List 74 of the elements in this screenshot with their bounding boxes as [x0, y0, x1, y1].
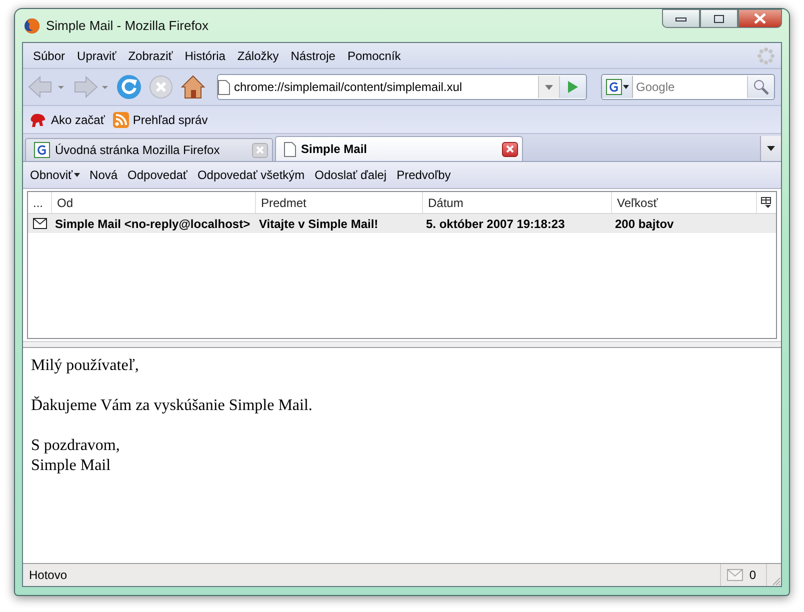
- menu-item[interactable]: Súbor: [27, 46, 72, 64]
- table-cell-text: Vitajte v Simple Mail!: [258, 216, 380, 232]
- page-icon: [218, 80, 230, 94]
- google-icon: [34, 142, 50, 158]
- pane-splitter[interactable]: [23, 341, 781, 348]
- close-icon: [753, 13, 767, 24]
- menu-item[interactable]: História: [178, 46, 232, 64]
- maximize-icon: [713, 14, 725, 24]
- address-bar[interactable]: chrome://simplemail/content/simplemail.xul: [217, 74, 587, 100]
- minimize-button[interactable]: [662, 9, 700, 28]
- toolbar-button[interactable]: Predvoľby: [392, 166, 456, 184]
- browser-tab[interactable]: Simple Mail: [275, 136, 523, 161]
- play-icon: [567, 80, 579, 94]
- go-button[interactable]: [559, 76, 586, 98]
- bookmark-link[interactable]: Prehľad správ: [132, 112, 208, 126]
- window-title: Simple Mail - Mozilla Firefox: [46, 18, 210, 33]
- menu-item[interactable]: Záložky: [231, 46, 285, 64]
- firefox-icon: [24, 18, 40, 34]
- rss-icon: [112, 112, 129, 128]
- maximize-button[interactable]: [700, 9, 738, 28]
- address-field[interactable]: chrome://simplemail/content/simplemail.xul: [230, 80, 538, 94]
- caret-icon: [622, 85, 628, 89]
- bookmark-link[interactable]: Ako začať: [51, 112, 105, 126]
- caret-icon: [767, 146, 775, 151]
- menu-item[interactable]: Pomocník: [341, 46, 407, 64]
- message-text: Milý používateľ,: [31, 356, 140, 376]
- tab-label: Simple Mail: [301, 142, 368, 156]
- table-cell-text: 200 bajtov: [614, 216, 675, 232]
- message-text: Simple Mail: [31, 456, 112, 476]
- minimize-icon: [675, 16, 687, 22]
- resize-grip-icon[interactable]: [771, 576, 781, 586]
- engine-button[interactable]: [602, 76, 633, 98]
- dropdown-button[interactable]: [538, 76, 559, 98]
- column-header[interactable]: Veľkosť: [612, 192, 757, 213]
- mail-count: 0: [749, 568, 756, 582]
- column-header[interactable]: Predmet: [256, 192, 423, 213]
- search-bar[interactable]: Google: [601, 74, 775, 100]
- list-tabs-button[interactable]: [760, 136, 781, 161]
- message-text: S pozdravom,: [31, 436, 121, 456]
- close-button[interactable]: [738, 9, 782, 28]
- toolbar-button[interactable]: Odpovedať všetkým: [192, 166, 310, 184]
- toolbar-button[interactable]: Nová: [84, 166, 123, 184]
- close-tab-button[interactable]: [502, 142, 518, 156]
- browser-tab[interactable]: Úvodná stránka Mozilla Firefox: [25, 138, 273, 161]
- throbber-icon: [757, 46, 775, 64]
- column-picker-icon[interactable]: [761, 197, 772, 208]
- table-cell-text: Simple Mail <no-reply@localhost>: [54, 216, 252, 232]
- menu-item[interactable]: Upraviť: [71, 46, 122, 64]
- dinosaur-icon: [29, 112, 47, 128]
- toolbar-menu-button[interactable]: Obnoviť: [25, 166, 85, 184]
- home-button[interactable]: [179, 73, 207, 101]
- table-cell-text: 5. október 2007 19:18:23: [425, 216, 566, 232]
- column-header[interactable]: ...: [28, 192, 52, 213]
- tab-label: Úvodná stránka Mozilla Firefox: [55, 143, 221, 157]
- caret-icon: [74, 173, 80, 177]
- close-icon: [256, 146, 264, 154]
- search-button[interactable]: [747, 76, 774, 98]
- google-icon: [606, 79, 622, 95]
- page-icon: [284, 142, 296, 156]
- message-text: Ďakujeme Vám za vyskúšanie Simple Mail.: [31, 396, 314, 416]
- search-icon: [753, 79, 769, 95]
- envelope-icon: [727, 569, 744, 581]
- envelope-icon: [33, 218, 47, 229]
- message-row[interactable]: Simple Mail <no-reply@localhost> Vitajte v Simple Mail! 5. október 2007 19:18:23 200 bajtov: [28, 214, 776, 233]
- toolbar-button[interactable]: Odpovedať: [122, 166, 192, 184]
- menu-item[interactable]: Zobraziť: [122, 46, 179, 64]
- toolbar-button[interactable]: Odoslať ďalej: [310, 166, 392, 184]
- caret-icon: [545, 84, 553, 90]
- status-text: Hotovo: [28, 568, 68, 582]
- column-header[interactable]: Dátum: [423, 192, 612, 213]
- menu-item[interactable]: Nástroje: [284, 46, 342, 64]
- reload-button[interactable]: [115, 73, 143, 101]
- column-header[interactable]: Od: [52, 192, 256, 213]
- close-icon: [506, 145, 514, 153]
